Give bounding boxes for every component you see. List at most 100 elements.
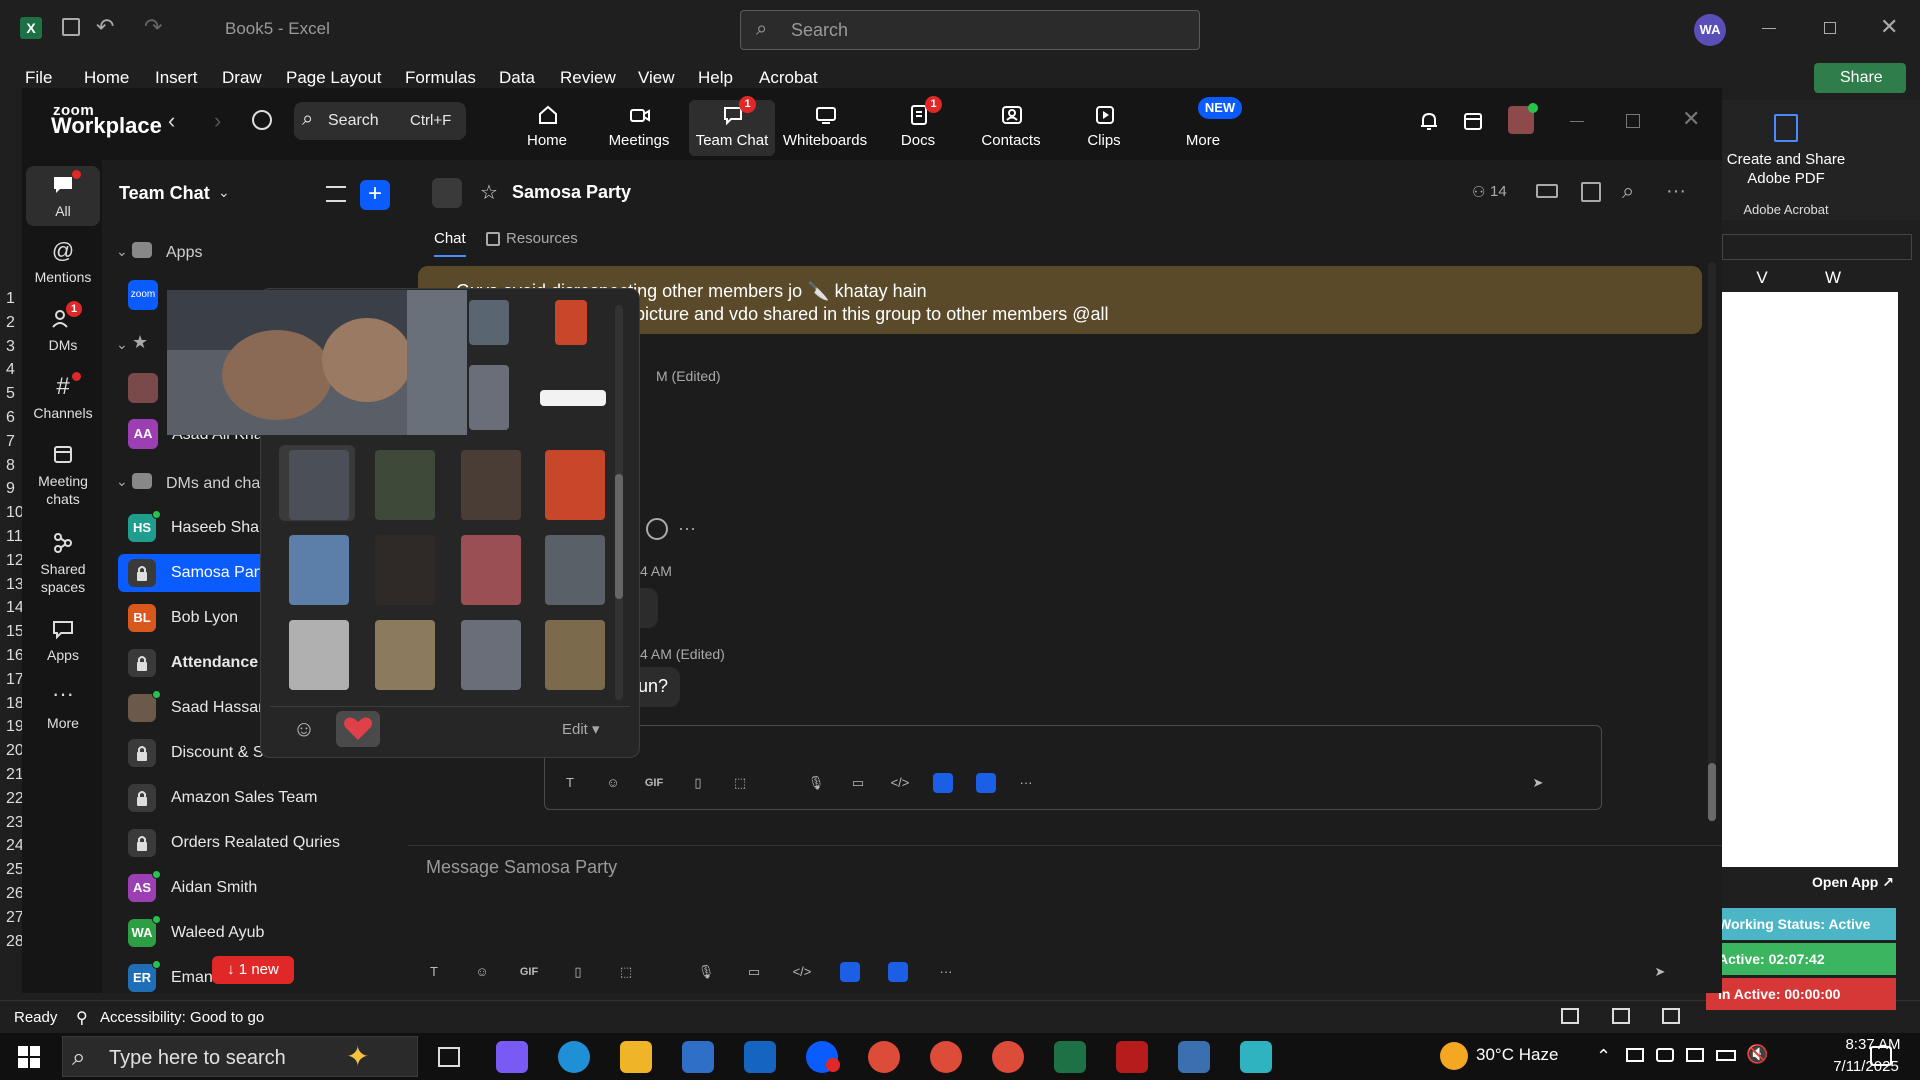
user-avatar[interactable]: WA — [1694, 14, 1726, 46]
member-count[interactable]: 14 — [1490, 183, 1507, 200]
nav-meetings[interactable]: Meetings — [596, 100, 682, 156]
conversation-title[interactable]: Samosa Party — [512, 182, 631, 203]
create-share-pdf-button[interactable]: Create and Share Adobe PDF — [1722, 150, 1850, 188]
chat-list-item[interactable]: Orders Realated Quries — [118, 824, 398, 862]
picker-scroll-thumb[interactable] — [615, 474, 623, 599]
sticker-item[interactable] — [545, 450, 605, 520]
nav-whiteboards[interactable]: Whiteboards — [782, 100, 868, 156]
nav-docs[interactable]: 1 Docs — [875, 96, 961, 156]
sticker-item[interactable] — [469, 365, 509, 430]
starred-contact-initials[interactable]: AA — [128, 419, 158, 449]
chevron-down-icon[interactable]: ⌄ — [116, 243, 128, 260]
team-chat-title[interactable]: Team Chat — [119, 183, 210, 204]
column-header-v[interactable]: V — [1722, 268, 1802, 292]
vpn-app-icon[interactable] — [1240, 1041, 1272, 1073]
nav-team-chat[interactable]: 1 Team Chat — [689, 96, 775, 156]
status-accessibility[interactable]: Accessibility: Good to go — [100, 1009, 264, 1026]
weather-widget[interactable]: 30°C Haze — [1476, 1045, 1558, 1065]
gif-icon[interactable]: GIF — [519, 962, 539, 982]
app-shortcut-icon[interactable] — [840, 962, 860, 982]
chat-app-icon[interactable] — [976, 773, 996, 793]
apps-section-header[interactable]: Apps — [166, 244, 202, 262]
ribbon-tab-page-layout[interactable]: Page Layout — [286, 68, 381, 88]
save-icon[interactable] — [62, 18, 80, 36]
edge-browser-icon[interactable] — [558, 1041, 590, 1073]
history-icon[interactable] — [252, 110, 272, 130]
nav-home[interactable]: Home — [504, 100, 590, 156]
more-options-icon[interactable]: ··· — [936, 962, 956, 982]
volume-muted-icon[interactable]: 🔇 — [1746, 1044, 1768, 1065]
calculator-icon[interactable] — [1178, 1041, 1210, 1073]
calendar-icon[interactable] — [1462, 110, 1484, 132]
new-chat-button[interactable]: + — [360, 180, 390, 210]
row-header[interactable]: 7 — [6, 433, 15, 451]
inline-reply-editor[interactable] — [544, 725, 1602, 810]
ribbon-tab-formulas[interactable]: Formulas — [405, 68, 476, 88]
rail-channels[interactable]: # Channels — [26, 374, 100, 422]
clock-date[interactable]: 7/11/2025 — [1825, 1058, 1907, 1075]
conversation-scrollbar[interactable] — [1708, 262, 1716, 822]
screenshot-icon[interactable]: ⬚ — [616, 962, 636, 982]
favorites-tab[interactable] — [336, 711, 380, 747]
rail-meeting-chats[interactable]: Meeting chats — [26, 442, 100, 508]
copilot-app-icon[interactable] — [496, 1041, 528, 1073]
zoom-close-icon[interactable]: ✕ — [1682, 106, 1700, 132]
row-header[interactable]: 5 — [6, 385, 15, 403]
chrome-icon[interactable] — [868, 1041, 900, 1073]
more-options-icon[interactable]: ··· — [1016, 773, 1036, 793]
rail-mentions[interactable]: @ Mentions — [26, 238, 100, 286]
minimize-icon[interactable] — [1762, 28, 1776, 29]
ribbon-tab-acrobat[interactable]: Acrobat — [759, 68, 818, 88]
emoji-tab-icon[interactable]: ☺ — [289, 714, 319, 744]
chrome-alt-icon[interactable] — [992, 1041, 1024, 1073]
normal-view-icon[interactable] — [1561, 1008, 1579, 1024]
sticker-item[interactable] — [375, 620, 435, 690]
sticker-item[interactable] — [289, 450, 349, 520]
share-button[interactable]: Share — [1814, 63, 1906, 93]
bell-icon[interactable] — [1418, 110, 1440, 132]
chrome-profile-icon[interactable] — [930, 1041, 962, 1073]
column-header-w[interactable]: W — [1802, 268, 1864, 292]
chat-list-item[interactable]: Amazon Sales Team — [118, 779, 398, 817]
filter-icon[interactable] — [326, 186, 346, 202]
notifications-icon[interactable] — [1870, 1046, 1892, 1066]
chevron-down-icon[interactable]: ⌄ — [218, 184, 230, 201]
star-outline-icon[interactable]: ☆ — [480, 180, 498, 205]
redo-icon[interactable]: ↷ — [144, 14, 162, 40]
task-view-icon[interactable] — [438, 1047, 460, 1067]
tab-chat[interactable]: Chat — [434, 230, 466, 257]
sheet-grid[interactable] — [1722, 292, 1898, 867]
emoji-icon[interactable]: ☺ — [603, 773, 623, 793]
back-icon[interactable]: ‹ — [168, 108, 175, 134]
sticker-item[interactable] — [289, 620, 349, 690]
microphone-icon[interactable]: 🎙 — [806, 773, 826, 793]
file-icon[interactable]: ▯ — [688, 773, 708, 793]
format-text-icon[interactable]: T — [424, 962, 444, 982]
page-break-view-icon[interactable] — [1662, 1008, 1680, 1024]
picker-edit-button[interactable]: Edit ▾ — [562, 720, 600, 738]
sticker-item[interactable] — [461, 450, 521, 520]
rail-shared-spaces[interactable]: Shared spaces — [26, 530, 100, 596]
sticker-item[interactable] — [289, 535, 349, 605]
nav-clips[interactable]: Clips — [1061, 100, 1147, 156]
copilot-sparkle-icon[interactable]: ✦ — [346, 1040, 369, 1073]
app-shortcut-icon[interactable] — [933, 773, 953, 793]
sticker-item[interactable] — [375, 450, 435, 520]
chevron-down-icon[interactable]: ⌄ — [116, 336, 128, 353]
sticker-item[interactable] — [555, 300, 587, 345]
new-messages-pill[interactable]: ↓ 1 new — [212, 956, 294, 984]
row-header[interactable]: 1 — [6, 290, 15, 308]
ribbon-tab-home[interactable]: Home — [84, 68, 129, 88]
chat-app-icon[interactable] — [888, 962, 908, 982]
ribbon-tab-help[interactable]: Help — [698, 68, 733, 88]
screen-tray-icon[interactable] — [1686, 1048, 1704, 1062]
close-icon[interactable]: ✕ — [1880, 14, 1898, 40]
row-header[interactable]: 9 — [6, 480, 15, 498]
nav-contacts[interactable]: Contacts — [968, 100, 1054, 156]
sticker-item[interactable] — [375, 535, 435, 605]
chat-list-item[interactable]: AS Aidan Smith — [118, 869, 398, 907]
video-message-icon[interactable]: ▭ — [848, 773, 868, 793]
network-icon[interactable] — [1626, 1048, 1644, 1062]
filezilla-icon[interactable] — [1116, 1041, 1148, 1073]
excel-search-input[interactable]: Search — [740, 10, 1200, 50]
